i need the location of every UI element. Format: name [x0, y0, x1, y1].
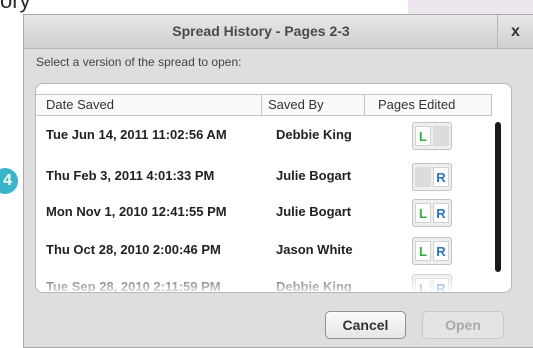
close-button[interactable]: x — [497, 15, 533, 48]
title-bar: Spread History - Pages 2-3 x — [24, 15, 533, 49]
dialog-title: Spread History - Pages 2-3 — [172, 23, 350, 39]
date-saved-cell: Mon Nov 1, 2010 12:41:55 PM — [46, 204, 227, 219]
column-header-date-saved[interactable]: Date Saved — [46, 95, 114, 115]
saved-by-cell: Julie Bogart — [276, 168, 352, 183]
vertical-scrollbar[interactable] — [495, 122, 501, 272]
version-list: Date Saved Saved By Pages Edited Tue Jun… — [35, 83, 512, 293]
step-marker: 4 — [0, 168, 18, 194]
spread-history-dialog: Spread History - Pages 2-3 x Select a ve… — [23, 14, 533, 348]
table-header: Date Saved Saved By Pages Edited — [36, 94, 492, 116]
right-page-indicator: R — [433, 203, 449, 223]
date-saved-cell: Tue Jun 14, 2011 11:02:56 AM — [46, 127, 227, 142]
column-header-pages-edited[interactable]: Pages Edited — [378, 95, 455, 115]
pages-edited-indicator: LR — [412, 237, 452, 265]
saved-by-cell: Jason White — [276, 242, 353, 257]
left-page-indicator — [415, 167, 431, 187]
background-page: ory — [0, 0, 533, 14]
pages-edited-indicator: LR — [412, 199, 452, 227]
pages-edited-indicator: L — [412, 122, 452, 150]
cancel-button[interactable]: Cancel — [325, 311, 406, 339]
date-saved-cell: Thu Oct 28, 2010 2:00:46 PM — [46, 242, 221, 257]
background-heading-fragment: ory — [0, 0, 31, 13]
column-divider — [364, 95, 365, 115]
left-page-indicator: L — [415, 126, 431, 146]
saved-by-cell: Julie Bogart — [276, 204, 352, 219]
pages-edited-indicator: R — [412, 163, 452, 191]
left-page-indicator: L — [415, 203, 431, 223]
table-row[interactable]: Tue Jun 14, 2011 11:02:56 AM Debbie King L — [36, 122, 492, 167]
right-page-indicator: R — [433, 167, 449, 187]
column-divider — [491, 95, 492, 115]
right-page-indicator: R — [433, 241, 449, 261]
column-divider — [261, 95, 262, 115]
background-accent-band — [408, 0, 533, 14]
date-saved-cell: Thu Feb 3, 2011 4:01:33 PM — [46, 168, 215, 183]
right-page-indicator — [433, 126, 449, 146]
open-button[interactable]: Open — [422, 311, 504, 339]
instruction-text: Select a version of the spread to open: — [36, 55, 242, 69]
list-fade-overlay — [36, 269, 511, 292]
column-header-saved-by[interactable]: Saved By — [268, 95, 324, 115]
left-page-indicator: L — [415, 241, 431, 261]
saved-by-cell: Debbie King — [276, 127, 352, 142]
scrollbar-thumb[interactable] — [495, 122, 501, 272]
